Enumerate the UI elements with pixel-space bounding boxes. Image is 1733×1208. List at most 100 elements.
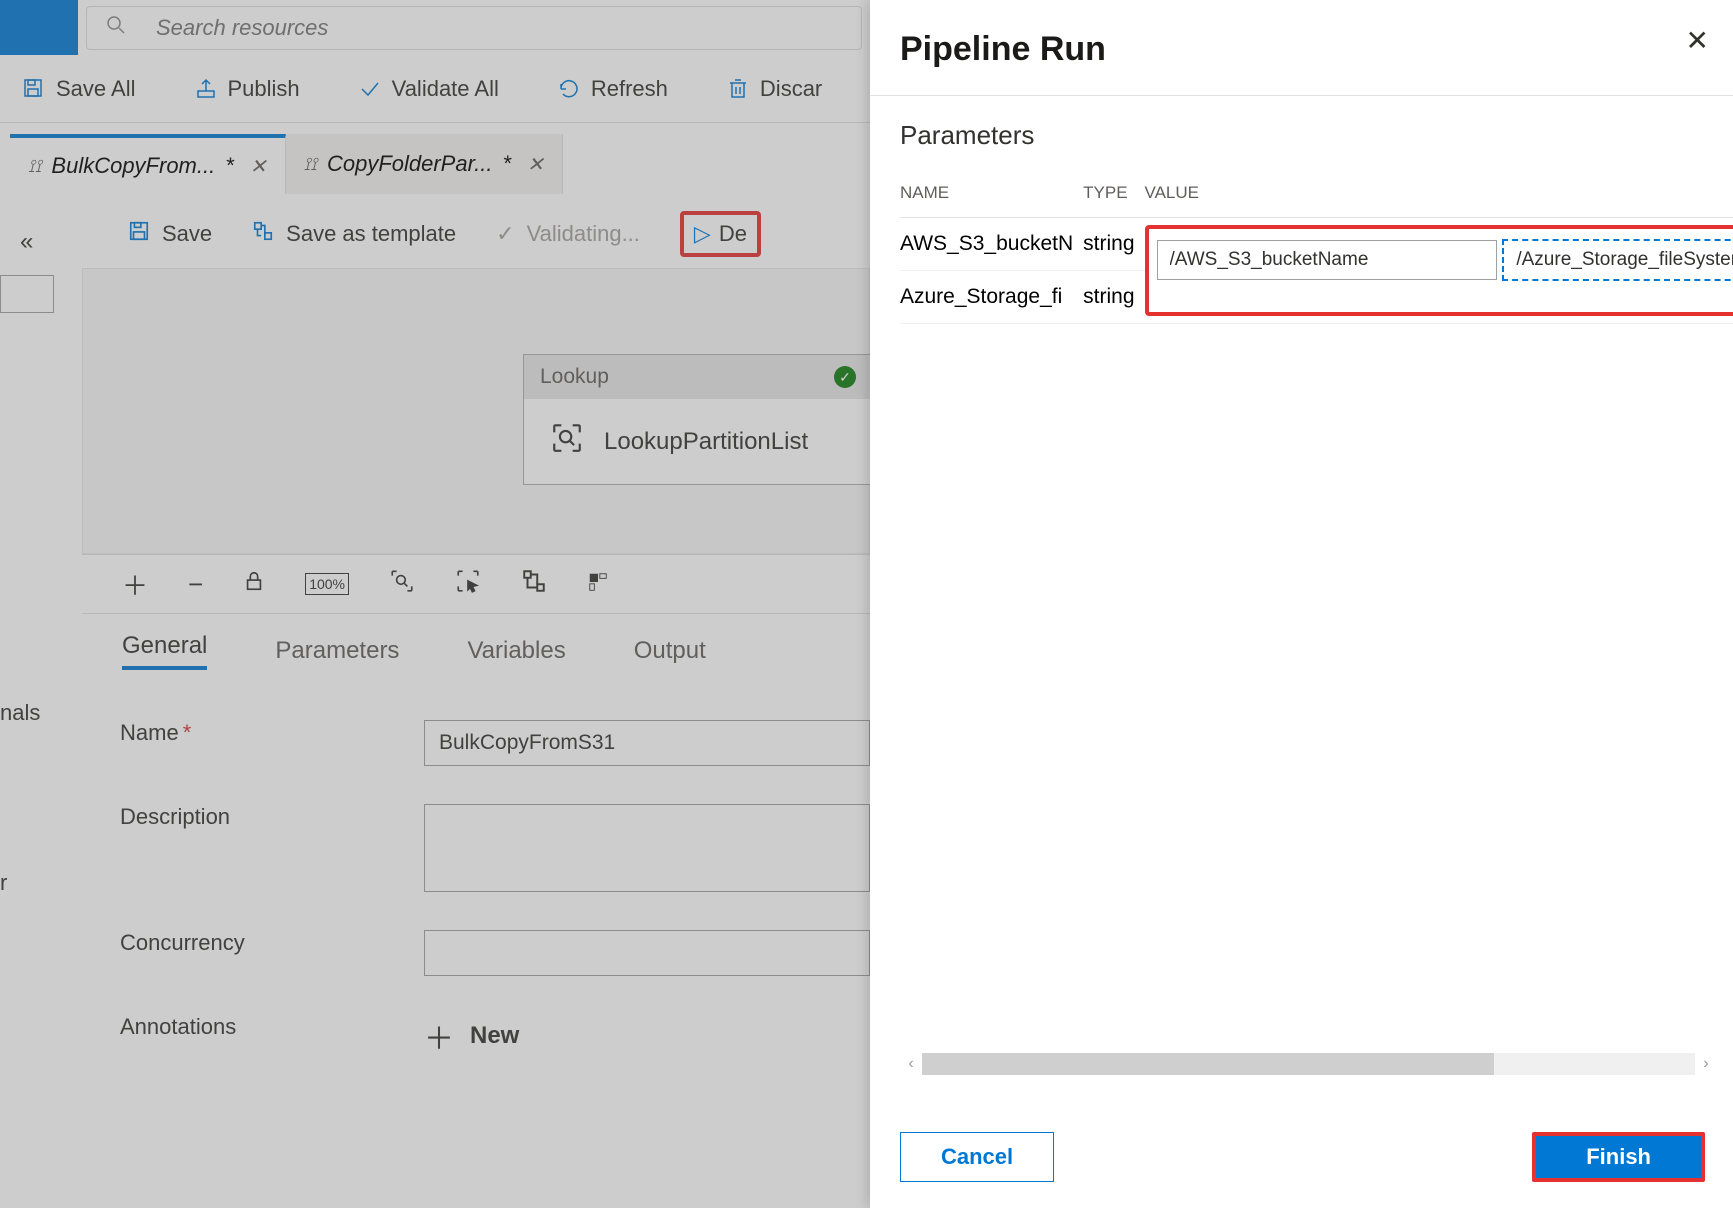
save-template-label: Save as template [286, 221, 456, 247]
pipeline-run-panel: ✕ Pipeline Run Parameters NAME TYPE VALU… [870, 0, 1733, 1208]
close-icon[interactable]: ✕ [527, 152, 544, 177]
lookup-activity[interactable]: Lookup ✓ LookupPartitionList [523, 354, 873, 485]
param-name: AWS_S3_bucketN [900, 218, 1083, 271]
scroll-left-icon[interactable]: ‹ [900, 1055, 922, 1073]
nav-text-1: nals [0, 700, 40, 726]
check-icon [358, 77, 382, 101]
save-button[interactable]: Save [128, 220, 212, 248]
activity-header: Lookup ✓ [524, 355, 872, 399]
tab-parameters[interactable]: Parameters [275, 637, 399, 665]
discard-button[interactable]: Discar [726, 76, 822, 102]
new-annotation-button[interactable]: ＋ New [424, 1014, 519, 1058]
param-type: string [1083, 271, 1144, 324]
pipeline-canvas[interactable]: Lookup ✓ LookupPartitionList [82, 268, 870, 554]
value-highlight-box [1145, 225, 1733, 316]
pipeline-icon: ⟟⟟ [28, 156, 41, 177]
tab-bulkcopy[interactable]: ⟟⟟ BulkCopyFrom... * ✕ [10, 134, 286, 194]
close-icon[interactable]: ✕ [250, 154, 267, 179]
general-form: Name* Description Concurrency Annotation… [120, 720, 870, 1096]
name-input[interactable] [424, 720, 870, 766]
refresh-icon [557, 77, 581, 101]
zoom-fit-icon[interactable] [389, 568, 415, 601]
tab-label: CopyFolderPar... [327, 151, 492, 177]
debug-label: De [719, 221, 747, 247]
trash-icon [726, 77, 750, 101]
publish-button[interactable]: Publish [194, 76, 300, 102]
parameters-heading: Parameters [870, 96, 1733, 169]
template-icon [252, 220, 274, 248]
scroll-right-icon[interactable]: › [1695, 1055, 1717, 1073]
canvas-toolbar: ＋ − 100% [82, 554, 870, 614]
annotations-label: Annotations [120, 1014, 424, 1040]
zoom-100-icon[interactable]: 100% [305, 573, 349, 595]
play-icon: ▷ [694, 221, 711, 247]
dirty-star: * [502, 151, 511, 177]
nav-text-2: r [0, 870, 7, 896]
param-value-input[interactable] [1502, 239, 1733, 281]
finish-button[interactable]: Finish [1532, 1132, 1705, 1182]
tab-output[interactable]: Output [634, 637, 706, 665]
param-name: Azure_Storage_fi [900, 271, 1083, 324]
search-icon [106, 15, 126, 41]
close-icon[interactable]: ✕ [1686, 24, 1709, 57]
scroll-thumb[interactable] [922, 1053, 1494, 1075]
param-value-input[interactable] [1157, 240, 1497, 280]
tab-strip: ⟟⟟ BulkCopyFrom... * ✕ ⟟⟟ CopyFolderPar.… [10, 134, 870, 194]
validating-label: Validating... [527, 221, 640, 247]
minimap-icon[interactable] [587, 569, 609, 600]
remove-icon[interactable]: − [188, 569, 203, 600]
description-input[interactable] [424, 804, 870, 892]
top-bar [0, 0, 870, 55]
parameters-table: NAME TYPE VALUE AWS_S3_bucketN string Az… [900, 169, 1733, 324]
lock-icon[interactable] [243, 569, 265, 600]
tab-label: BulkCopyFrom... [51, 153, 215, 179]
side-input-box[interactable] [0, 275, 54, 313]
debug-button-highlighted[interactable]: ▷ De [680, 211, 761, 257]
search-box[interactable] [86, 6, 862, 50]
save-template-button[interactable]: Save as template [252, 220, 456, 248]
tab-variables[interactable]: Variables [467, 637, 565, 665]
tab-copyfolder[interactable]: ⟟⟟ CopyFolderPar... * ✕ [286, 134, 563, 194]
col-name: NAME [900, 169, 1083, 218]
validate-all-button[interactable]: Validate All [358, 76, 499, 102]
save-icon [128, 220, 150, 248]
save-all-label: Save All [56, 76, 136, 102]
description-label: Description [120, 804, 424, 830]
detail-tabs: General Parameters Variables Output [82, 616, 870, 686]
search-input[interactable] [156, 15, 842, 41]
horizontal-scrollbar[interactable]: ‹ › [900, 1052, 1717, 1076]
cancel-button[interactable]: Cancel [900, 1132, 1054, 1182]
add-icon[interactable]: ＋ [122, 566, 148, 603]
save-label: Save [162, 221, 212, 247]
name-label: Name* [120, 720, 424, 746]
pipeline-icon: ⟟⟟ [304, 154, 317, 175]
tab-general[interactable]: General [122, 632, 207, 670]
col-value: VALUE [1145, 169, 1733, 218]
panel-footer: Cancel Finish [900, 1132, 1705, 1182]
lookup-icon [550, 421, 584, 462]
concurrency-input[interactable] [424, 930, 870, 976]
plus-icon: ＋ [424, 1014, 454, 1058]
col-type: TYPE [1083, 169, 1144, 218]
auto-layout-icon[interactable] [521, 568, 547, 601]
save-all-icon [22, 77, 46, 101]
validating-indicator: ✓ Validating... [496, 221, 640, 247]
publish-label: Publish [228, 76, 300, 102]
success-icon: ✓ [834, 366, 856, 388]
panel-title: Pipeline Run [870, 0, 1733, 95]
scroll-track[interactable] [922, 1053, 1695, 1075]
check-icon: ✓ [496, 221, 514, 247]
publish-icon [194, 77, 218, 101]
refresh-button[interactable]: Refresh [557, 76, 668, 102]
collapse-icon[interactable]: « [20, 228, 33, 256]
refresh-label: Refresh [591, 76, 668, 102]
brand-block [0, 0, 78, 55]
activity-type: Lookup [540, 365, 609, 389]
main-toolbar: Save All Publish Validate All Refresh Di… [0, 55, 870, 123]
dirty-star: * [225, 153, 234, 179]
save-all-button[interactable]: Save All [22, 76, 136, 102]
select-icon[interactable] [455, 568, 481, 601]
pipeline-toolbar: Save Save as template ✓ Validating... ▷ … [82, 200, 870, 268]
activity-name: LookupPartitionList [604, 428, 808, 456]
discard-label: Discar [760, 76, 822, 102]
